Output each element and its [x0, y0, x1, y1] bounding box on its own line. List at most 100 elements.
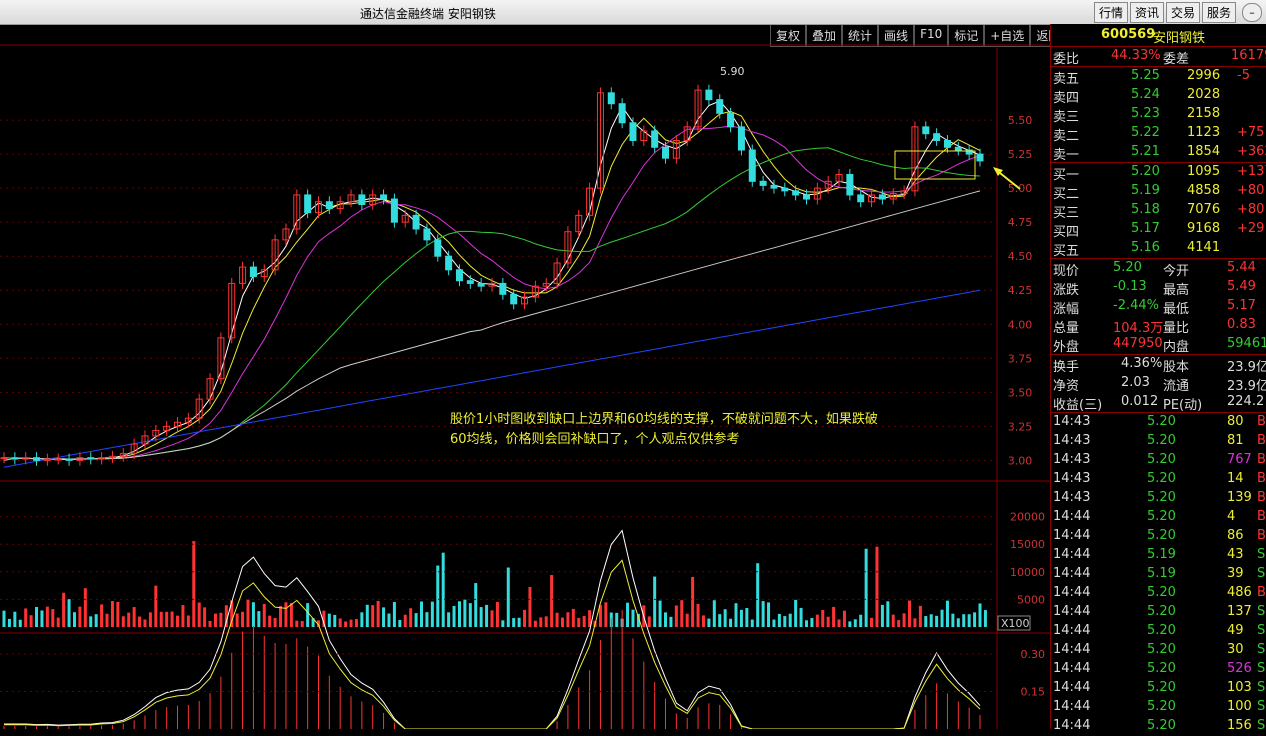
candle	[943, 139, 951, 148]
candle	[466, 280, 474, 284]
volume-bars	[2, 541, 987, 627]
tick-side: S	[1257, 547, 1266, 562]
fin-value: 224.2	[1227, 394, 1265, 409]
volume-bar	[18, 619, 22, 627]
bid-row: 买一 5.20 1095 +137	[1051, 163, 1266, 183]
volume-tick-label: 10000	[1010, 566, 1045, 579]
volume-bar	[788, 613, 792, 627]
volume-bar	[935, 615, 939, 627]
volume-unit-label: X100	[1001, 617, 1030, 630]
candle	[770, 184, 778, 189]
stat-row: 涨幅 -2.44% 最低 5.17	[1051, 297, 1266, 317]
tick-row: 14:43 5.20 14 B	[1051, 470, 1266, 489]
menu-news[interactable]: 资讯	[1129, 2, 1164, 23]
fin-row: 换手 4.36% 股本 23.9亿	[1051, 355, 1266, 375]
tick-volume: 81	[1227, 433, 1244, 448]
stat-value: 447950	[1113, 336, 1163, 351]
volume-bar	[908, 600, 912, 627]
volume-bar	[842, 610, 846, 627]
volume-bar	[712, 600, 716, 627]
volume-bar	[143, 619, 147, 627]
kline-chart[interactable]: 5.505.255.004.754.504.254.003.753.503.25…	[0, 24, 1050, 729]
annotation-line-2: 60均线，价格则会回补缺口了，个人观点仅供参考	[450, 431, 740, 447]
tick-volume: 486	[1227, 585, 1252, 600]
tick-time: 14:44	[1053, 585, 1091, 600]
bid-price: 5.20	[1131, 164, 1160, 179]
volume-bar	[794, 599, 798, 627]
tick-price: 5.20	[1147, 718, 1176, 733]
weicha-value: 16179	[1231, 48, 1266, 63]
tick-price: 5.20	[1147, 642, 1176, 657]
candle	[792, 190, 800, 196]
volume-bar	[902, 613, 906, 627]
volume-bar	[560, 617, 564, 627]
candle	[499, 282, 507, 295]
minimize-icon[interactable]: –	[1242, 3, 1262, 22]
menu-service[interactable]: 服务	[1201, 2, 1236, 23]
volume-bar	[631, 609, 635, 627]
volume-bar	[544, 616, 548, 627]
volume-bar	[121, 616, 125, 627]
ask-price: 5.21	[1131, 144, 1160, 159]
fin-value: 0.012	[1121, 394, 1159, 409]
stat-label: 最低	[1163, 302, 1190, 317]
ask-price: 5.22	[1131, 125, 1160, 140]
volume-bar	[550, 575, 554, 627]
volume-bar	[582, 615, 586, 627]
volume-bar	[653, 576, 657, 627]
candles	[0, 84, 984, 466]
volume-bar	[810, 618, 814, 627]
bid-label: 买一	[1053, 168, 1080, 183]
volume-bar	[51, 609, 55, 627]
volume-bar	[691, 576, 695, 627]
tick-volume: 86	[1227, 528, 1244, 543]
volume-bar	[523, 609, 527, 627]
tick-price: 5.20	[1147, 509, 1176, 524]
tick-side: S	[1257, 566, 1266, 581]
volume-tick-label: 20000	[1010, 511, 1045, 524]
stat-value: 5.44	[1227, 260, 1256, 275]
bid-change: +80	[1237, 183, 1265, 198]
bid-row: 买五 5.16 4141	[1051, 239, 1266, 259]
volume-bar	[94, 614, 98, 627]
tick-side: S	[1257, 642, 1266, 657]
candle	[716, 99, 724, 114]
stat-label: 现价	[1053, 264, 1080, 279]
candle	[618, 103, 626, 124]
stat-value: 5.20	[1113, 260, 1142, 275]
volume-bar	[154, 585, 158, 627]
ask-volume: 2028	[1187, 87, 1221, 102]
volume-bar	[452, 605, 456, 627]
volume-bar	[159, 611, 163, 627]
stat-label: 今开	[1163, 264, 1190, 279]
weicha-label: 委差	[1163, 52, 1190, 67]
price-tick-label: 3.50	[1008, 386, 1033, 399]
candle	[33, 457, 41, 461]
volume-bar	[67, 599, 71, 627]
tick-row: 14:44 5.20 100 S	[1051, 698, 1266, 717]
tick-price: 5.19	[1147, 566, 1176, 581]
volume-bar	[213, 613, 217, 627]
volume-bar	[940, 609, 944, 627]
volume-bar	[750, 619, 754, 627]
candle	[390, 198, 398, 223]
tick-price: 5.19	[1147, 547, 1176, 562]
volume-bar	[354, 619, 358, 627]
menu-trade[interactable]: 交易	[1165, 2, 1200, 23]
ask-row: 卖四 5.24 2028	[1051, 86, 1266, 106]
bid-row: 买二 5.19 4858 +80	[1051, 182, 1266, 202]
volume-bar	[262, 603, 266, 627]
ask-label: 卖一	[1053, 148, 1080, 163]
price-tick-label: 4.50	[1008, 250, 1033, 263]
weibi-value: 44.33%	[1111, 48, 1161, 63]
tick-side: B	[1257, 452, 1266, 467]
volume-bar	[349, 619, 353, 627]
dea-line	[4, 559, 981, 729]
menu-quotes[interactable]: 行情	[1093, 2, 1128, 23]
top-menu: 行情 资讯 交易 服务	[1093, 2, 1236, 23]
volume-bar	[897, 620, 901, 627]
tick-price: 5.20	[1147, 585, 1176, 600]
volume-bar	[918, 605, 922, 627]
volume-bar	[815, 614, 819, 627]
fin-label: 换手	[1053, 360, 1080, 375]
